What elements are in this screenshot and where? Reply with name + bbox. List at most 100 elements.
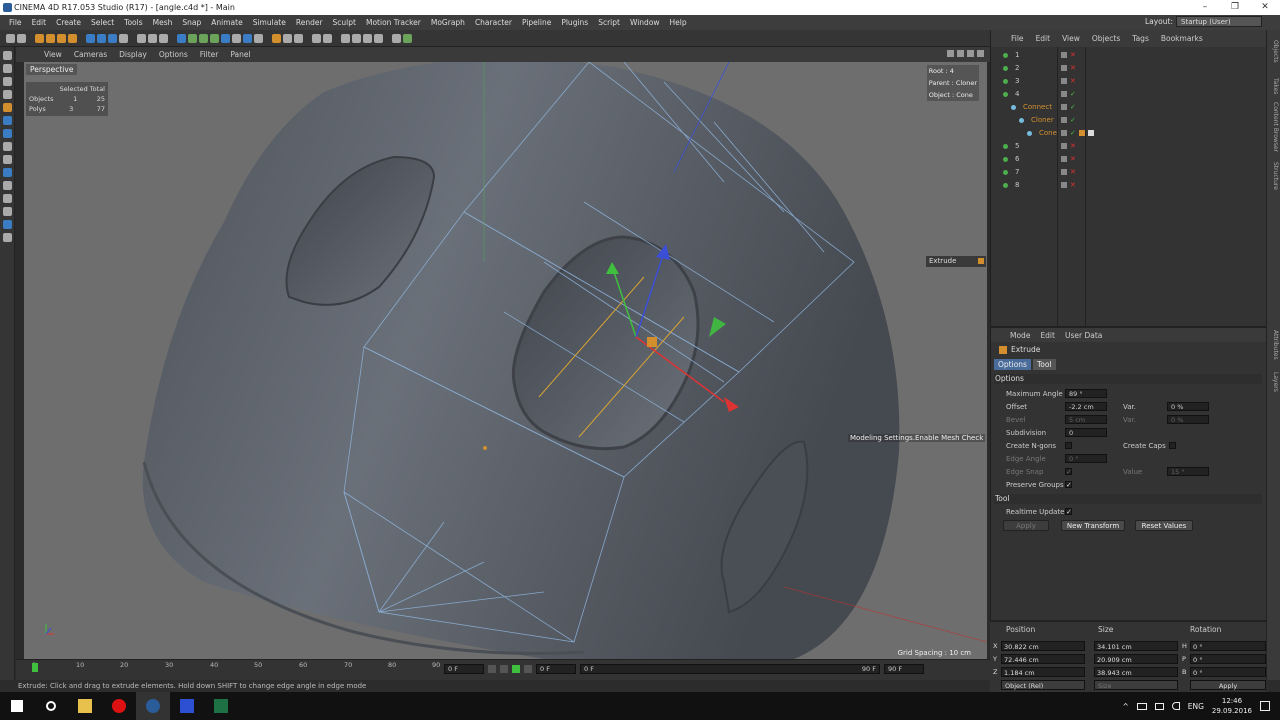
enable-axis-icon[interactable] [392,33,401,43]
position-y-field[interactable]: 72.446 cm [1001,654,1085,664]
menu-plugins[interactable]: Plugins [556,18,593,27]
create-ngons-checkbox[interactable] [1065,442,1072,449]
taskbar-opera[interactable] [102,692,136,720]
render-picture-viewer-icon[interactable] [148,33,157,43]
workplane-icon[interactable] [283,33,292,43]
tweak-icon[interactable] [403,33,412,43]
layer-icon[interactable] [1061,78,1067,84]
viewport-menu-display[interactable]: Display [113,50,153,59]
size-y-field[interactable]: 20.909 cm [1094,654,1178,664]
menu-tools[interactable]: Tools [119,18,147,27]
mesh-check-icon[interactable] [2,220,12,229]
previous-frame-icon[interactable] [500,665,508,673]
attr-menu-user-data[interactable]: User Data [1060,331,1107,340]
light-icon[interactable] [254,33,263,43]
preserve-groups-checkbox[interactable]: ✓ [1065,481,1072,489]
visibility-off-icon[interactable]: ✕ [1070,65,1076,72]
floor-icon[interactable] [232,33,241,43]
taskbar-cinema4d[interactable] [136,692,170,720]
tab-tool[interactable]: Tool [1032,359,1056,370]
z-axis-icon[interactable] [108,33,117,43]
clock[interactable]: 12:46 29.09.2016 [1212,696,1252,716]
layer-icon[interactable] [1061,65,1067,71]
tab-takes[interactable]: Takes [1269,78,1279,94]
points-mode-icon[interactable] [312,33,321,43]
sculpt-icon[interactable] [2,233,12,242]
attr-menu-mode[interactable]: Mode [1005,331,1035,340]
position-x-field[interactable]: 30.822 cm [1001,641,1085,651]
timeline-ruler[interactable]: 0 10 20 30 40 50 60 70 80 90 [32,660,452,672]
undo-icon[interactable] [6,33,15,43]
start-button[interactable] [0,692,34,720]
locked-workplane-icon[interactable] [2,194,12,203]
layout-select[interactable]: Startup (User) [1176,16,1262,27]
model-mode-icon[interactable] [363,33,372,43]
rotation-h-field[interactable]: 0 ° [1190,641,1266,651]
layer-icon[interactable] [1061,117,1067,123]
network-icon[interactable] [1154,702,1164,710]
minimize-button[interactable]: – [1190,0,1220,15]
apply-button[interactable]: Apply [1003,520,1049,531]
planar-workplane-icon[interactable] [2,207,12,216]
y-axis-icon[interactable] [97,33,106,43]
menu-mograph[interactable]: MoGraph [426,18,470,27]
object-row-cloner[interactable]: Cloner ✓ [991,114,1267,127]
rotation-b-field[interactable]: 0 ° [1190,667,1266,677]
layer-icon[interactable] [1061,143,1067,149]
create-caps-checkbox[interactable] [1169,442,1176,449]
offset-field[interactable]: -2.2 cm [1065,402,1107,411]
menu-select[interactable]: Select [86,18,119,27]
tab-objects[interactable]: Objects [1269,40,1279,63]
close-button[interactable]: ✕ [1250,0,1280,15]
visibility-off-icon[interactable]: ✕ [1070,182,1076,189]
end-frame-field[interactable]: 90 F [884,664,924,674]
position-z-field[interactable]: 1.184 cm [1001,667,1085,677]
rotate-view-icon[interactable] [967,50,974,57]
subdivision-field[interactable]: 0 [1065,428,1107,437]
maximize-view-icon[interactable] [977,50,984,57]
menu-render[interactable]: Render [291,18,328,27]
zoom-view-icon[interactable] [957,50,964,57]
object-row-1[interactable]: 1 ✕ [991,49,1267,62]
make-editable-icon[interactable] [2,51,12,60]
workplane-mode-icon[interactable] [2,90,12,99]
enabled-check-icon[interactable]: ✓ [1070,91,1076,98]
menu-script[interactable]: Script [593,18,625,27]
objects-menu-edit[interactable]: Edit [1030,34,1057,43]
snap-icon[interactable] [272,33,281,43]
timeline-playhead[interactable] [32,663,38,672]
viewport-menu-options[interactable]: Options [153,50,194,59]
layer-icon[interactable] [1061,182,1067,188]
realtime-update-checkbox[interactable]: ✓ [1065,508,1072,516]
tab-attributes[interactable]: Attributes [1269,330,1279,360]
maximize-button[interactable]: ❐ [1220,0,1250,15]
object-row-6[interactable]: 6 ✕ [991,153,1267,166]
visibility-off-icon[interactable]: ✕ [1070,143,1076,150]
polygons-mode-icon[interactable] [341,33,350,43]
move-view-icon[interactable] [947,50,954,57]
next-frame-icon[interactable] [524,665,532,673]
menu-create[interactable]: Create [51,18,86,27]
visibility-off-icon[interactable]: ✕ [1070,169,1076,176]
object-row-5[interactable]: 5 ✕ [991,140,1267,153]
rotate-icon[interactable] [68,33,77,43]
coordinates-apply-button[interactable]: Apply [1190,680,1266,690]
objects-menu-tags[interactable]: Tags [1126,34,1155,43]
render-settings-icon[interactable] [159,33,168,43]
live-selection-icon[interactable] [35,33,44,43]
enabled-check-icon[interactable]: ✓ [1070,117,1076,124]
objects-menu-bookmarks[interactable]: Bookmarks [1155,34,1209,43]
volume-icon[interactable] [1171,702,1180,710]
viewport-menu-cameras[interactable]: Cameras [68,50,113,59]
search-button[interactable] [34,692,68,720]
taskbar-explorer[interactable] [68,692,102,720]
menu-sculpt[interactable]: Sculpt [328,18,361,27]
tab-options[interactable]: Options [994,359,1031,370]
layer-icon[interactable] [1061,91,1067,97]
rotation-p-field[interactable]: 0 ° [1190,654,1266,664]
object-row-connect[interactable]: Connect ✓ [991,101,1267,114]
menu-mesh[interactable]: Mesh [148,18,178,27]
viewport-menu-panel[interactable]: Panel [224,50,256,59]
menu-file[interactable]: File [4,18,27,27]
taskbar-excel[interactable] [204,692,238,720]
